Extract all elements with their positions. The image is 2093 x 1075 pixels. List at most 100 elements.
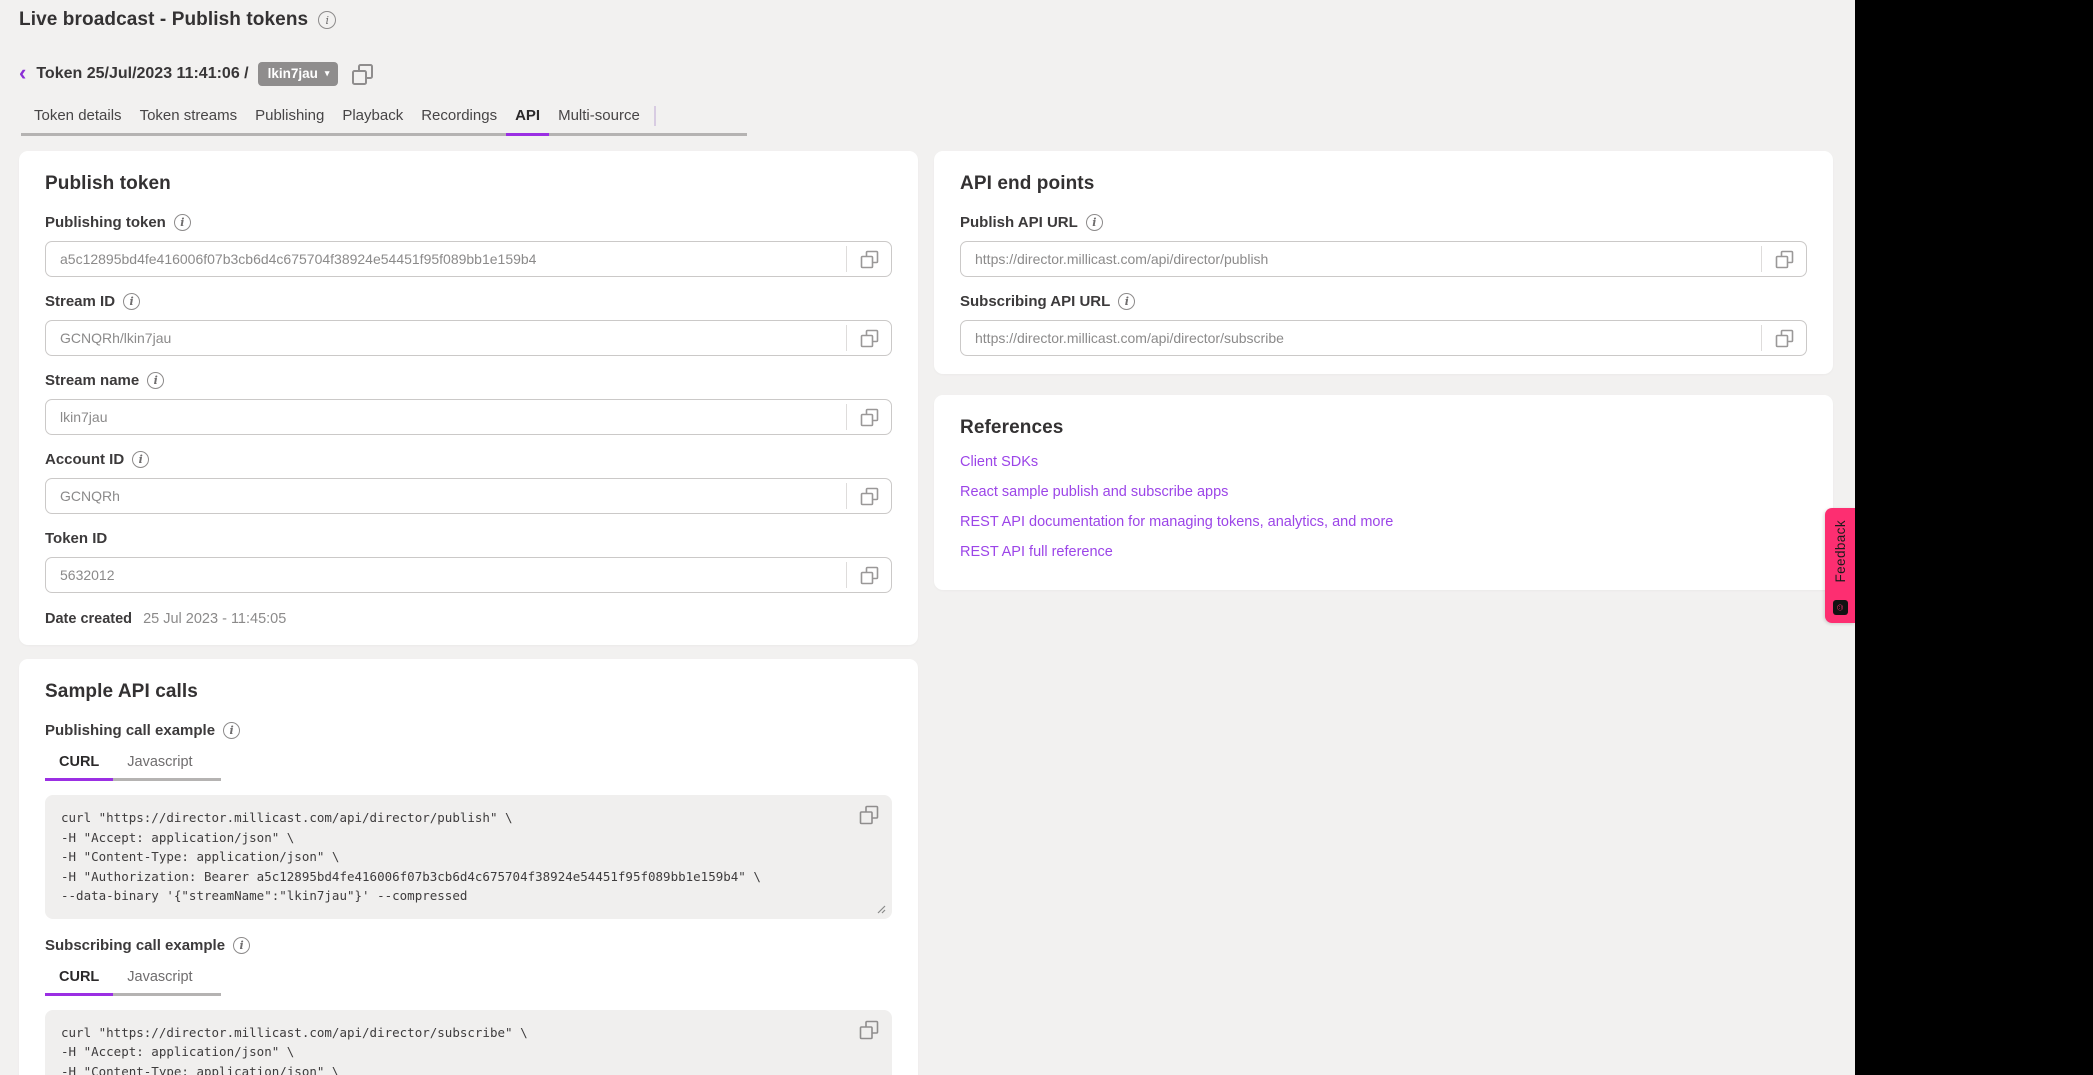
tab-token-streams[interactable]: Token streams xyxy=(131,99,247,133)
copy-icon xyxy=(860,250,879,269)
copy-icon xyxy=(1775,250,1794,269)
copy-subscribing-api-url-button[interactable] xyxy=(1761,325,1806,351)
copy-icon xyxy=(860,408,879,427)
tab-api[interactable]: API xyxy=(506,99,549,136)
field-label-row: Subscribing API URL xyxy=(960,293,1807,310)
info-icon[interactable] xyxy=(233,937,250,954)
page-header: Live broadcast - Publish tokens xyxy=(0,0,1855,31)
tab-token-details[interactable]: Token details xyxy=(25,99,131,133)
breadcrumb-token-label: Token 25/Jul/2023 11:41:06 / xyxy=(36,65,248,83)
copy-icon xyxy=(1775,329,1794,348)
publish-api-url-input[interactable] xyxy=(961,251,1761,267)
copy-icon xyxy=(859,1020,879,1040)
publish-api-url-field xyxy=(960,241,1807,277)
info-icon[interactable] xyxy=(1118,293,1135,310)
copy-account-id-button[interactable] xyxy=(846,483,891,509)
account-id-input[interactable] xyxy=(46,488,846,504)
tab-publishing[interactable]: Publishing xyxy=(246,99,333,133)
publish-token-card: Publish token Publishing token St xyxy=(19,151,918,645)
copy-publishing-token-button[interactable] xyxy=(846,246,891,272)
info-icon[interactable] xyxy=(1086,214,1103,231)
right-column: API end points Publish API URL Su xyxy=(934,151,1833,590)
subscribing-example-tabs: CURL Javascript xyxy=(45,964,221,996)
page-content: Live broadcast - Publish tokens Token 25… xyxy=(0,0,1855,1075)
copy-publishing-code-button[interactable] xyxy=(859,805,879,830)
token-tabs: Token details Token streams Publishing P… xyxy=(21,99,747,136)
publishing-curl-code-block: curl "https://director.millicast.com/api… xyxy=(45,795,892,919)
tab-curl[interactable]: CURL xyxy=(45,749,113,781)
chevron-down-icon xyxy=(325,69,330,78)
copy-icon xyxy=(351,63,374,86)
stream-name-input[interactable] xyxy=(46,409,846,425)
subscribing-api-url-input[interactable] xyxy=(961,330,1761,346)
stream-name-field xyxy=(45,399,892,435)
date-created-value: 25 Jul 2023 - 11:45:05 xyxy=(143,611,286,627)
link-rest-api-documentation[interactable]: REST API documentation for managing toke… xyxy=(960,514,1807,530)
token-id-field xyxy=(45,557,892,593)
copy-publish-api-url-button[interactable] xyxy=(1761,246,1806,272)
back-chevron-icon[interactable] xyxy=(16,62,27,87)
date-created-label: Date created xyxy=(45,611,132,627)
info-icon[interactable] xyxy=(132,451,149,468)
copy-subscribing-code-button[interactable] xyxy=(859,1020,879,1045)
field-label-row: Stream name xyxy=(45,372,892,389)
references-card: References Client SDKs React sample publ… xyxy=(934,395,1833,590)
publishing-token-input[interactable] xyxy=(46,251,846,267)
stream-id-input[interactable] xyxy=(46,330,846,346)
info-icon[interactable] xyxy=(123,293,140,310)
subscribing-api-url-field xyxy=(960,320,1807,356)
feedback-button[interactable]: Feedback xyxy=(1825,508,1855,623)
tab-javascript[interactable]: Javascript xyxy=(113,964,206,993)
copy-icon xyxy=(859,805,879,825)
field-label-row: Subscribing call example xyxy=(45,937,892,954)
tab-multi-source[interactable]: Multi-source xyxy=(549,99,649,133)
breadcrumb: Token 25/Jul/2023 11:41:06 / lkin7jau xyxy=(16,61,1855,87)
tab-javascript[interactable]: Javascript xyxy=(113,749,206,778)
feedback-smiley-icon xyxy=(1833,600,1848,615)
account-id-label: Account ID xyxy=(45,451,124,468)
token-id-input[interactable] xyxy=(46,567,846,583)
subscribing-call-example-label: Subscribing call example xyxy=(45,937,225,954)
token-id-label: Token ID xyxy=(45,530,107,547)
stream-name-label: Stream name xyxy=(45,372,139,389)
resize-handle-icon[interactable] xyxy=(876,904,886,914)
tab-playback[interactable]: Playback xyxy=(333,99,412,133)
tabs-divider xyxy=(654,106,656,126)
publish-api-url-label: Publish API URL xyxy=(960,214,1078,231)
page-title: Live broadcast - Publish tokens xyxy=(19,9,308,31)
tab-recordings[interactable]: Recordings xyxy=(412,99,506,133)
date-created-row: Date created 25 Jul 2023 - 11:45:05 xyxy=(45,611,892,627)
account-id-field xyxy=(45,478,892,514)
link-rest-api-full-reference[interactable]: REST API full reference xyxy=(960,544,1807,560)
subscribing-api-url-label: Subscribing API URL xyxy=(960,293,1110,310)
field-label-row: Stream ID xyxy=(45,293,892,310)
subscribing-curl-code[interactable]: curl "https://director.millicast.com/api… xyxy=(61,1023,832,1075)
publishing-token-field xyxy=(45,241,892,277)
copy-icon xyxy=(860,566,879,585)
copy-icon xyxy=(860,487,879,506)
copy-stream-name-button[interactable] xyxy=(349,61,375,87)
link-client-sdks[interactable]: Client SDKs xyxy=(960,454,1807,470)
field-label-row: Publishing token xyxy=(45,214,892,231)
publish-token-heading: Publish token xyxy=(45,173,892,195)
info-icon[interactable] xyxy=(174,214,191,231)
copy-stream-name-field-button[interactable] xyxy=(846,404,891,430)
stream-select-badge[interactable]: lkin7jau xyxy=(258,62,339,86)
page-info-icon[interactable] xyxy=(318,11,336,29)
info-icon[interactable] xyxy=(147,372,164,389)
field-label-row: Token ID xyxy=(45,530,892,547)
field-label-row: Account ID xyxy=(45,451,892,468)
copy-icon xyxy=(860,329,879,348)
publishing-call-example-label: Publishing call example xyxy=(45,722,215,739)
tab-curl[interactable]: CURL xyxy=(45,964,113,996)
publishing-curl-code[interactable]: curl "https://director.millicast.com/api… xyxy=(61,808,832,906)
feedback-label: Feedback xyxy=(1833,520,1848,583)
api-endpoints-heading: API end points xyxy=(960,173,1807,195)
copy-stream-id-button[interactable] xyxy=(846,325,891,351)
stream-id-field xyxy=(45,320,892,356)
copy-token-id-button[interactable] xyxy=(846,562,891,588)
stream-id-label: Stream ID xyxy=(45,293,115,310)
link-react-sample-apps[interactable]: React sample publish and subscribe apps xyxy=(960,484,1807,500)
info-icon[interactable] xyxy=(223,722,240,739)
sample-api-calls-card: Sample API calls Publishing call example… xyxy=(19,659,918,1075)
